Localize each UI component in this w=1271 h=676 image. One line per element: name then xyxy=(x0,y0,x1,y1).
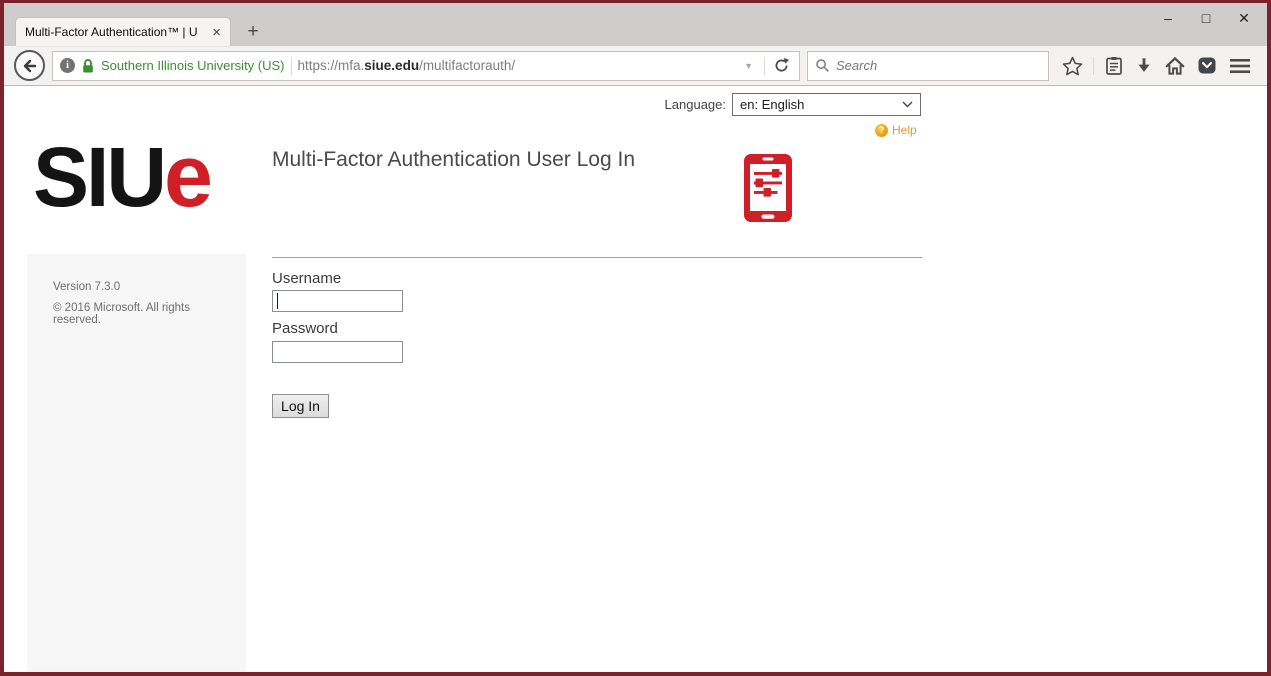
version-text: Version 7.3.0 xyxy=(53,281,121,293)
pocket-icon[interactable] xyxy=(1195,51,1219,81)
help-icon: ? xyxy=(875,123,888,137)
info-icon[interactable]: i xyxy=(60,58,75,73)
minimize-button[interactable]: – xyxy=(1149,5,1187,31)
urlbar-dropdown-icon[interactable]: ▼ xyxy=(739,61,758,71)
back-button[interactable] xyxy=(14,50,45,81)
download-icon[interactable] xyxy=(1133,51,1155,81)
navigation-toolbar: i Southern Illinois University (US) http… xyxy=(4,46,1267,86)
search-input[interactable] xyxy=(836,58,1041,73)
toolbar-icons xyxy=(1056,51,1257,81)
window-controls: – □ ✕ xyxy=(1149,5,1263,31)
menu-hamburger-icon[interactable] xyxy=(1227,51,1253,81)
urlbar-separator xyxy=(290,56,292,75)
text-caret xyxy=(277,293,278,309)
language-row: Language: en: English xyxy=(524,93,921,116)
url-bar[interactable]: i Southern Illinois University (US) http… xyxy=(52,50,800,81)
username-field-wrap xyxy=(272,290,403,312)
username-label: Username xyxy=(272,270,342,287)
mfa-phone-icon xyxy=(743,153,793,223)
reload-icon[interactable] xyxy=(771,51,792,81)
close-button[interactable]: ✕ xyxy=(1225,5,1263,31)
password-input[interactable] xyxy=(272,341,403,363)
browser-window: Multi-Factor Authentication™ | U × + – □… xyxy=(0,0,1271,676)
maximize-button[interactable]: □ xyxy=(1187,5,1225,31)
password-label: Password xyxy=(272,320,338,337)
home-icon[interactable] xyxy=(1163,51,1187,81)
tab-title: Multi-Factor Authentication™ | U xyxy=(25,25,198,39)
page-content: Language: en: English ? Help SIUe Multi-… xyxy=(4,86,1267,672)
language-select[interactable]: en: English xyxy=(732,93,921,116)
language-label: Language: xyxy=(664,97,726,112)
search-box[interactable] xyxy=(807,50,1049,81)
reading-list-icon[interactable] xyxy=(1102,51,1126,81)
lock-icon xyxy=(81,58,95,74)
help-label: Help xyxy=(892,123,917,137)
bookmark-star-icon[interactable] xyxy=(1060,51,1085,81)
urlbar-separator xyxy=(764,56,765,75)
browser-tab[interactable]: Multi-Factor Authentication™ | U × xyxy=(16,18,230,46)
chevron-down-icon xyxy=(902,101,913,108)
sidebar: Version 7.3.0 © 2016 Microsoft. All righ… xyxy=(27,254,246,672)
site-identity-label[interactable]: Southern Illinois University (US) xyxy=(101,58,285,73)
logo-text-red: e xyxy=(164,126,213,225)
siue-logo: SIUe xyxy=(33,132,213,220)
search-icon xyxy=(815,58,830,73)
titlebar: Multi-Factor Authentication™ | U × + – □… xyxy=(4,3,1267,46)
section-divider xyxy=(272,257,922,258)
page-title: Multi-Factor Authentication User Log In xyxy=(272,148,636,171)
copyright-text: © 2016 Microsoft. All rights reserved. xyxy=(53,302,190,326)
back-arrow-icon xyxy=(22,58,38,74)
help-link[interactable]: ? Help xyxy=(875,123,917,137)
logo-text-black: SIU xyxy=(33,130,167,224)
tab-close-icon[interactable]: × xyxy=(212,25,221,40)
new-tab-button[interactable]: + xyxy=(236,18,270,46)
toolbar-separator xyxy=(1092,56,1094,75)
login-button[interactable]: Log In xyxy=(272,394,329,418)
language-selected-value: en: English xyxy=(740,97,805,112)
username-input[interactable] xyxy=(272,290,403,312)
url-text[interactable]: https://mfa.siue.edu/multifactorauth/ xyxy=(298,58,734,73)
